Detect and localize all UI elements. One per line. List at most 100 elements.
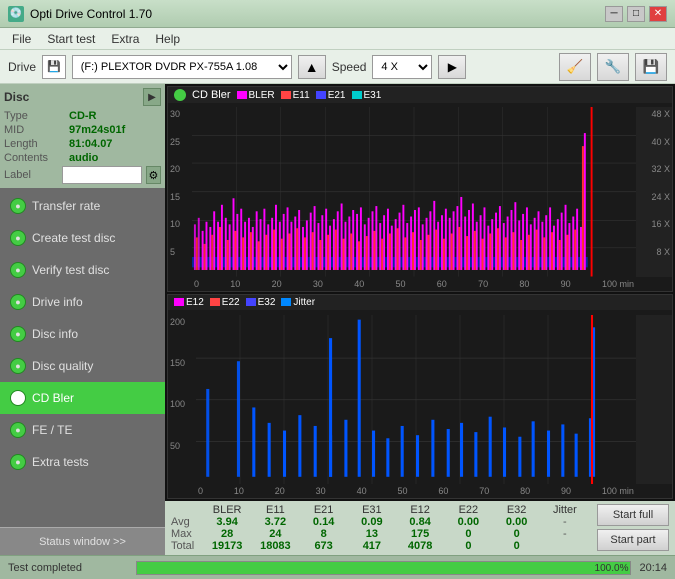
total-e21: 673	[300, 540, 348, 552]
sidebar-item-disc-quality[interactable]: ● Disc quality	[0, 350, 165, 382]
header-e31: E31	[348, 504, 396, 516]
header-bler: BLER	[203, 504, 251, 516]
disc-arrow-button[interactable]: ▶	[143, 88, 161, 106]
sidebar-item-cd-bler[interactable]: ● CD Bler	[0, 382, 165, 414]
disc-label-label: Label	[4, 169, 58, 181]
chart2-plot: 200 150 100 50	[168, 315, 672, 499]
chart1-title: CD Bler BLER E11 E21 E3	[168, 87, 672, 103]
legend-color-jitter	[281, 298, 291, 306]
legend-color-bler	[237, 91, 247, 99]
titlebar: 💿 Opti Drive Control 1.70 ─ □ ✕	[0, 0, 675, 28]
max-e32: 0	[493, 528, 541, 540]
menu-file[interactable]: File	[4, 30, 39, 48]
avg-bler: 3.94	[203, 516, 251, 528]
sidebar: Disc ▶ Type CD-R MID 97m24s01f Length 81…	[0, 84, 165, 555]
menubar: File Start test Extra Help	[0, 28, 675, 50]
stats-max-row: Max 28 24 8 13 175 0 0 -	[171, 528, 589, 540]
drive-select[interactable]: (F:) PLEXTOR DVDR PX-755A 1.08	[72, 55, 292, 79]
disc-title: Disc	[4, 90, 29, 104]
nav-label-verify-test-disc: Verify test disc	[32, 263, 109, 277]
menu-extra[interactable]: Extra	[103, 30, 147, 48]
start-full-button[interactable]: Start full	[597, 504, 669, 526]
save-button[interactable]: 💾	[635, 53, 667, 81]
nav-icon-drive: ●	[10, 294, 26, 310]
legend-color-e31	[352, 91, 362, 99]
content-area: CD Bler BLER E11 E21 E3	[165, 84, 675, 555]
nav-icon-cd-bler: ●	[10, 390, 26, 406]
settings-button[interactable]: 🔧	[597, 53, 629, 81]
chart1-plot: 30 25 20 15 10 5 48 X 40 X 32 X 24 X	[168, 107, 672, 291]
chart2-legend-e32: E32	[246, 297, 276, 308]
legend-color-e32	[246, 298, 256, 306]
stats-header-row: BLER E11 E21 E31 E12 E22 E32 Jitter	[171, 504, 589, 516]
minimize-button[interactable]: ─	[605, 6, 623, 22]
drivebar: Drive 💾 (F:) PLEXTOR DVDR PX-755A 1.08 ▲…	[0, 50, 675, 84]
drive-label: Drive	[8, 60, 36, 74]
sidebar-item-fe-te[interactable]: ● FE / TE	[0, 414, 165, 446]
legend-color-e12	[174, 298, 184, 306]
disc-panel: Disc ▶ Type CD-R MID 97m24s01f Length 81…	[0, 84, 165, 188]
speed-select[interactable]: 4 X	[372, 55, 432, 79]
stats-section: BLER E11 E21 E31 E12 E22 E32 Jitter Avg …	[171, 504, 589, 552]
clear-button[interactable]: 🧹	[559, 53, 591, 81]
chart2-legend-e22: E22	[210, 297, 240, 308]
statusbar: Test completed 100.0% 20:14	[0, 555, 675, 579]
nav-icon-quality: ●	[10, 358, 26, 374]
eject-button[interactable]: ▲	[298, 55, 326, 79]
titlebar-title: Opti Drive Control 1.70	[30, 7, 152, 21]
speed-arrow-button[interactable]: ▶	[438, 55, 466, 79]
progress-fill	[137, 562, 630, 574]
legend-color-e11	[281, 91, 291, 99]
disc-mid-value: 97m24s01f	[69, 124, 125, 136]
max-label: Max	[171, 528, 203, 540]
nav-icon-disc-info: ●	[10, 326, 26, 342]
maximize-button[interactable]: □	[627, 6, 645, 22]
sidebar-nav: ● Transfer rate ● Create test disc ● Ver…	[0, 190, 165, 527]
nav-icon-fe-te: ●	[10, 422, 26, 438]
progress-bar: 100.0%	[136, 561, 631, 575]
avg-e22: 0.00	[444, 516, 492, 528]
disc-label-gear-button[interactable]: ⚙	[146, 166, 161, 184]
total-e32: 0	[493, 540, 541, 552]
avg-e11: 3.72	[251, 516, 299, 528]
stats-avg-row: Avg 3.94 3.72 0.14 0.09 0.84 0.00 0.00 -	[171, 516, 589, 528]
speed-label: Speed	[332, 60, 367, 74]
menu-help[interactable]: Help	[147, 30, 188, 48]
nav-label-disc-quality: Disc quality	[32, 359, 93, 373]
sidebar-item-create-test-disc[interactable]: ● Create test disc	[0, 222, 165, 254]
nav-label-fe-te: FE / TE	[32, 423, 72, 437]
chart1-icon	[174, 89, 186, 101]
total-e31: 417	[348, 540, 396, 552]
disc-type-label: Type	[4, 110, 69, 122]
disc-contents-label: Contents	[4, 152, 69, 164]
nav-label-extra-tests: Extra tests	[32, 455, 89, 469]
total-e22: 0	[444, 540, 492, 552]
stats-area: BLER E11 E21 E31 E12 E22 E32 Jitter Avg …	[165, 501, 675, 555]
sidebar-item-transfer-rate[interactable]: ● Transfer rate	[0, 190, 165, 222]
status-window-button[interactable]: Status window >>	[0, 527, 165, 555]
sidebar-item-disc-info[interactable]: ● Disc info	[0, 318, 165, 350]
sidebar-item-extra-tests[interactable]: ● Extra tests	[0, 446, 165, 478]
nav-label-create-test-disc: Create test disc	[32, 231, 115, 245]
disc-length-label: Length	[4, 138, 69, 150]
chart2-legend-jitter: Jitter	[281, 297, 315, 308]
stats-total-row: Total 19173 18083 673 417 4078 0 0	[171, 540, 589, 552]
sidebar-item-drive-info[interactable]: ● Drive info	[0, 286, 165, 318]
close-button[interactable]: ✕	[649, 6, 667, 22]
disc-label-input[interactable]	[62, 166, 142, 184]
nav-label-cd-bler: CD Bler	[32, 391, 74, 405]
avg-e21: 0.14	[300, 516, 348, 528]
charts-area: CD Bler BLER E11 E21 E3	[165, 84, 675, 501]
titlebar-controls: ─ □ ✕	[605, 6, 667, 22]
legend-color-e21	[316, 91, 326, 99]
chart1-legend-e31: E31	[352, 90, 382, 101]
status-time: 20:14	[639, 562, 667, 574]
header-e12: E12	[396, 504, 444, 516]
avg-e32: 0.00	[493, 516, 541, 528]
menu-start-test[interactable]: Start test	[39, 30, 103, 48]
sidebar-item-verify-test-disc[interactable]: ● Verify test disc	[0, 254, 165, 286]
main-area: Disc ▶ Type CD-R MID 97m24s01f Length 81…	[0, 84, 675, 555]
start-part-button[interactable]: Start part	[597, 529, 669, 551]
nav-icon-create: ●	[10, 230, 26, 246]
status-text: Test completed	[8, 562, 128, 574]
